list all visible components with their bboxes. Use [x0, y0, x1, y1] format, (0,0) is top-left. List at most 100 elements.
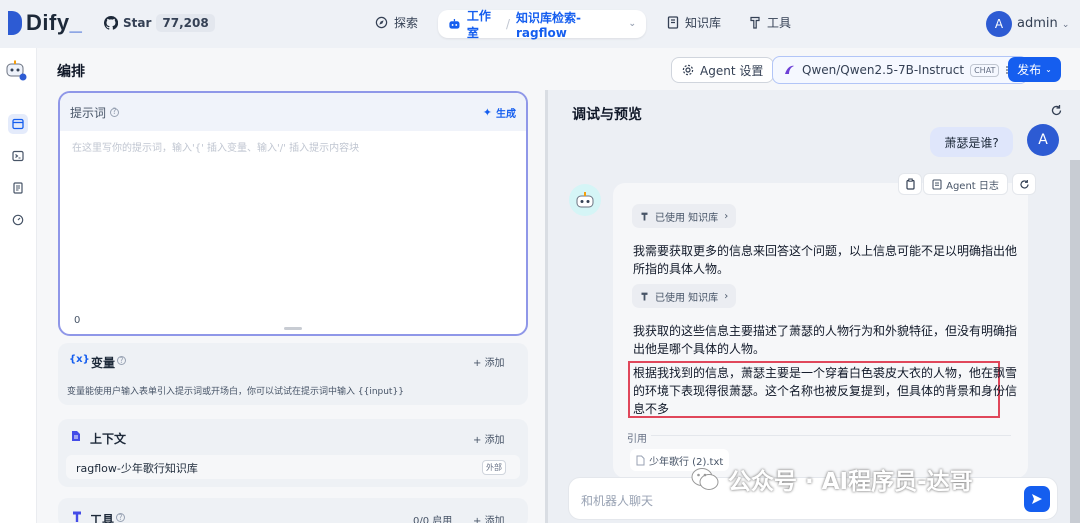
tools-icon: [750, 16, 760, 29]
agent-log-button[interactable]: Agent 日志: [923, 173, 1008, 195]
orchestrate-icon[interactable]: [8, 114, 28, 134]
logo-text: Dify_: [26, 10, 83, 35]
breadcrumb-separator: /: [505, 17, 510, 31]
context-item-name: ragflow-少年歌行知识库: [76, 462, 198, 475]
model-name: Qwen/Qwen2.5-7B-Instruct: [802, 63, 965, 77]
logo-mark: [8, 11, 22, 35]
answer-line: 所指的具体人物。: [633, 262, 730, 276]
model-mode-badge: CHAT: [970, 63, 1000, 77]
context-section: 上下文 + 添加 ragflow-少年歌行知识库 外部: [58, 419, 528, 487]
app-name[interactable]: 知识库检索-ragflow: [516, 9, 622, 40]
bot-avatar: [569, 184, 601, 216]
publish-label: 发布: [1017, 63, 1042, 77]
nav-studio[interactable]: 工作室 / 知识库检索-ragflow ⌄: [438, 9, 646, 40]
tools-label: 工具: [90, 513, 115, 523]
github-icon: [104, 16, 118, 30]
prompt-char-count: 0: [74, 315, 81, 326]
agent-log-label: Agent 日志: [946, 180, 999, 192]
plus-icon: +: [473, 435, 485, 446]
help-icon[interactable]: ?: [116, 513, 125, 522]
copy-icon[interactable]: [898, 173, 922, 195]
qwen-logo-icon: [785, 65, 794, 74]
agent-settings-button[interactable]: Agent 设置: [671, 57, 775, 83]
answer-paragraph-3: 根据我找到的信息，萧瑟主要是一个穿着白色裘皮大衣的人物，他在飘雪 的环境下表现得…: [633, 364, 1017, 418]
chat-user-avatar: A: [1027, 124, 1059, 156]
tools-enabled-count: 0/0 启用: [413, 516, 453, 523]
tool-used-pill-2[interactable]: 已使用 知识库 ›: [632, 284, 737, 308]
generate-button[interactable]: ✦ 生成: [483, 105, 516, 120]
terminal-icon[interactable]: [8, 146, 28, 166]
variable-braces-icon: {x}: [69, 354, 90, 365]
monitor-gauge-icon[interactable]: [8, 210, 28, 230]
publish-button[interactable]: 发布 ⌄: [1008, 57, 1061, 82]
plus-icon: +: [473, 358, 485, 369]
watermark-text: 公众号 · AI程序员-达哥: [728, 469, 973, 495]
user-name[interactable]: admin ⌄: [1017, 16, 1069, 31]
chevron-down-icon: ⌄: [1045, 65, 1052, 74]
plus-icon: +: [473, 516, 485, 523]
send-icon: [1032, 494, 1042, 504]
top-navbar: Dify_ Star 77,208 探索 工作室 / 知识库检索-ragflow…: [0, 0, 1080, 48]
agent-settings-label: Agent 设置: [700, 63, 764, 78]
add-tool-button[interactable]: + 添加: [473, 512, 505, 523]
refresh-icon[interactable]: [1050, 104, 1063, 120]
tools-icon: [73, 511, 81, 522]
gear-icon: [682, 64, 694, 76]
help-icon[interactable]: ?: [117, 356, 126, 365]
nav-explore[interactable]: 探索: [375, 14, 418, 31]
variables-section: {x} 变量 ? + 添加 变量能使用户输入表单引入提示词或开场白，你可以试试在…: [58, 343, 528, 405]
scrollbar[interactable]: [1070, 160, 1080, 523]
model-selector[interactable]: Qwen/Qwen2.5-7B-Instruct CHAT: [772, 56, 1029, 84]
nav-knowledge[interactable]: 知识库: [667, 14, 721, 31]
tool-used-pill-1[interactable]: 已使用 知识库 ›: [632, 204, 737, 228]
nav-tools[interactable]: 工具: [749, 14, 791, 31]
file-icon: [636, 455, 645, 465]
watermark: 公众号 · AI程序员-达哥: [690, 462, 973, 496]
prompt-label: 提示词: [70, 105, 107, 120]
regenerate-icon[interactable]: [1012, 173, 1036, 195]
user-name-label: admin: [1017, 16, 1058, 31]
help-icon[interactable]: ?: [110, 107, 120, 117]
robot-icon: [576, 192, 594, 208]
answer-line: 出他是哪个具体的人物。: [633, 342, 766, 356]
page-title: 编排: [57, 64, 85, 80]
compass-icon: [375, 16, 388, 29]
external-badge: 外部: [482, 460, 506, 475]
user-message-text: 萧瑟是谁?: [944, 135, 999, 150]
log-icon: [932, 178, 942, 190]
tools-icon: [641, 292, 648, 301]
answer-paragraph-2: 我获取的这些信息主要描述了萧瑟的人物行为和外貌特征，但没有明确指 出他是哪个具体…: [633, 322, 1017, 358]
add-tool-label: 添加: [484, 516, 505, 523]
sparkle-icon: ✦: [482, 105, 492, 119]
citation-label: 引用: [627, 434, 647, 445]
document-icon: [72, 431, 80, 441]
user-avatar[interactable]: A: [986, 11, 1012, 37]
context-knowledge-item[interactable]: ragflow-少年歌行知识库 外部: [66, 455, 520, 479]
answer-line: 根据我找到的信息，萧瑟主要是一个穿着白色裘皮大衣的人物，他在飘雪: [633, 366, 1018, 380]
prompt-textarea[interactable]: 在这里写你的提示词，输入'{' 插入变量、输入'/' 插入提示内容块: [72, 139, 512, 289]
dify-logo[interactable]: Dify_: [8, 10, 82, 36]
prompt-header: 提示词 ? ✦ 生成: [60, 93, 526, 131]
add-variable-button[interactable]: + 添加: [473, 354, 505, 369]
generate-label: 生成: [496, 108, 516, 120]
resize-handle[interactable]: [284, 327, 302, 330]
add-context-label: 添加: [484, 435, 505, 446]
app-robot-icon[interactable]: [5, 58, 27, 82]
chevron-down-icon[interactable]: ⌄: [628, 19, 636, 29]
tool-used-label: 已使用 知识库: [655, 292, 719, 304]
robot-icon: [449, 18, 460, 29]
nav-explore-label: 探索: [394, 16, 419, 30]
send-button[interactable]: [1024, 486, 1050, 512]
logs-icon[interactable]: [8, 178, 28, 198]
chat-input-placeholder: 和机器人聊天: [581, 494, 654, 508]
prompt-editor: 提示词 ? ✦ 生成 在这里写你的提示词，输入'{' 插入变量、输入'/' 插入…: [58, 91, 528, 336]
add-context-button[interactable]: + 添加: [473, 431, 505, 446]
nav-knowledge-label: 知识库: [685, 16, 722, 30]
context-label: 上下文: [90, 432, 127, 446]
github-star-button[interactable]: Star 77,208: [104, 14, 215, 32]
answer-line: 息不多: [633, 402, 670, 416]
tools-section: 工具 ? 0/0 启用 + 添加: [58, 498, 528, 523]
tools-icon: [641, 212, 648, 221]
chevron-right-icon: ›: [724, 290, 729, 302]
variables-label: 变量: [91, 356, 116, 370]
